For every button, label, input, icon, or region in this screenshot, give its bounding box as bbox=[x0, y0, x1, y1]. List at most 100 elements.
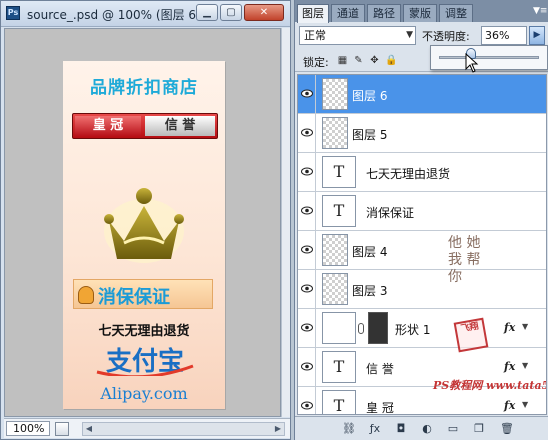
new-group-icon[interactable]: ▭ bbox=[445, 421, 461, 437]
shape-layer-thumbnail bbox=[322, 312, 356, 344]
opacity-slider-track[interactable] bbox=[439, 56, 539, 59]
close-button[interactable]: ✕ bbox=[244, 4, 284, 21]
layer-name: 消保保证 bbox=[366, 206, 415, 220]
delete-layer-icon[interactable]: 🗑 bbox=[499, 421, 515, 437]
fx-icon[interactable]: fx bbox=[504, 321, 515, 334]
layer-name: 图层 6 bbox=[352, 89, 388, 103]
layer-style-icon[interactable]: ƒx bbox=[367, 421, 383, 437]
art-guarantee-text: 消保保证 bbox=[98, 287, 170, 308]
layer-name: 形状 1 bbox=[395, 323, 431, 337]
tab-channels[interactable]: 通道 bbox=[331, 4, 365, 22]
layer-row[interactable]: T 消保保证 bbox=[298, 192, 546, 231]
tab-masks[interactable]: 蒙版 bbox=[403, 4, 437, 22]
crown-icon bbox=[104, 188, 184, 263]
fx-icon[interactable]: fx bbox=[504, 399, 515, 412]
text-layer-icon: T bbox=[322, 156, 356, 188]
chevron-down-icon[interactable]: ▼ bbox=[522, 322, 528, 331]
layer-row[interactable]: 图层 4 bbox=[298, 231, 546, 270]
alipay-url: Alipay.com bbox=[100, 384, 188, 403]
lock-all-icon[interactable]: 🔒 bbox=[385, 55, 397, 66]
visibility-toggle[interactable] bbox=[298, 75, 316, 113]
scroll-left-icon[interactable]: ◀ bbox=[83, 423, 95, 435]
layer-name: 信 誉 bbox=[366, 362, 394, 376]
layer-name: 图层 3 bbox=[352, 284, 388, 298]
art-shop-title: 品牌折扣商店 bbox=[90, 78, 198, 98]
panel-menu-icon[interactable]: ▼≡ bbox=[533, 5, 547, 17]
scroll-right-icon[interactable]: ▶ bbox=[272, 423, 284, 435]
fx-icon[interactable]: fx bbox=[504, 360, 515, 373]
visibility-toggle[interactable] bbox=[298, 153, 316, 191]
new-layer-icon[interactable]: ❐ bbox=[471, 421, 487, 437]
zoom-level-field[interactable]: 100% bbox=[6, 421, 50, 436]
visibility-toggle[interactable] bbox=[298, 231, 316, 269]
blend-mode-value: 正常 bbox=[304, 29, 326, 42]
hand-icon bbox=[78, 286, 94, 304]
vector-mask-thumbnail bbox=[368, 312, 388, 344]
add-mask-icon[interactable]: ◘ bbox=[393, 421, 409, 437]
layer-row[interactable]: T 七天无理由退货 bbox=[298, 153, 546, 192]
art-guarantee-badge: 消保保证 bbox=[73, 279, 213, 309]
vertical-scrollbar[interactable] bbox=[281, 28, 290, 417]
lock-label: 锁定: bbox=[303, 56, 329, 69]
document-titlebar[interactable]: Ps source_.psd @ 100% (图层 6... ▁ ▢ ✕ bbox=[1, 1, 290, 27]
eye-icon bbox=[301, 89, 313, 98]
mouse-pointer-icon bbox=[465, 53, 479, 73]
opacity-dropdown-button[interactable]: ▶ bbox=[529, 26, 545, 45]
layer-name: 图层 4 bbox=[352, 245, 388, 259]
visibility-toggle[interactable] bbox=[298, 114, 316, 152]
lock-brush-icon[interactable]: ✎ bbox=[353, 55, 364, 66]
site-watermark: PS教程网 www.tata580.com bbox=[433, 379, 546, 392]
visibility-toggle[interactable] bbox=[298, 348, 316, 386]
eye-icon bbox=[301, 362, 313, 371]
layers-list: 图层 6 图层 5 T 七天无理由退货 T 消保保证 图层 4 图层 3 形状 … bbox=[297, 74, 547, 415]
text-layer-icon: T bbox=[322, 390, 356, 414]
eye-icon bbox=[301, 206, 313, 215]
layer-thumbnail bbox=[322, 117, 348, 149]
document-window: Ps source_.psd @ 100% (图层 6... ▁ ▢ ✕ 品牌折… bbox=[0, 0, 291, 440]
photoshop-icon: Ps bbox=[6, 6, 20, 20]
minimize-button[interactable]: ▁ bbox=[196, 4, 218, 21]
tab-adjustments[interactable]: 调整 bbox=[439, 4, 473, 22]
layer-row[interactable]: 形状 1 fx ▼ bbox=[298, 309, 546, 348]
art-banner: 皇 冠 信 誉 bbox=[72, 113, 218, 139]
tab-layers[interactable]: 图层 bbox=[297, 4, 329, 23]
artboard[interactable]: 品牌折扣商店 皇 冠 信 誉 消保保证 七天无理由退货 支付宝 Alipay.c… bbox=[63, 61, 225, 409]
lock-move-icon[interactable]: ✥ bbox=[369, 55, 380, 66]
opacity-slider-popup[interactable] bbox=[430, 45, 548, 70]
layer-row[interactable]: 图层 6 bbox=[298, 75, 546, 114]
text-layer-icon: T bbox=[322, 351, 356, 383]
visibility-toggle[interactable] bbox=[298, 309, 316, 347]
layer-name: 七天无理由退货 bbox=[366, 167, 451, 181]
chevron-down-icon[interactable]: ▼ bbox=[522, 361, 528, 370]
horizontal-scrollbar[interactable]: ◀ ▶ bbox=[82, 422, 285, 436]
status-bar: 100% ◀ ▶ bbox=[4, 418, 290, 438]
tab-paths[interactable]: 路径 bbox=[367, 4, 401, 22]
visibility-toggle[interactable] bbox=[298, 387, 316, 414]
layer-thumbnail bbox=[322, 78, 348, 110]
layer-thumbnail bbox=[322, 273, 348, 305]
opacity-field[interactable]: 36% bbox=[481, 26, 527, 45]
art-banner-reputation: 信 誉 bbox=[145, 116, 215, 136]
document-title: source_.psd @ 100% (图层 6... bbox=[27, 8, 208, 22]
lock-transparency-icon[interactable]: ▦ bbox=[337, 55, 348, 66]
layer-name: 图层 5 bbox=[352, 128, 388, 142]
chevron-down-icon[interactable]: ▼ bbox=[522, 400, 528, 409]
eye-icon bbox=[301, 323, 313, 332]
layer-row[interactable]: 图层 5 bbox=[298, 114, 546, 153]
eye-icon bbox=[301, 245, 313, 254]
layers-panel: 图层 通道 路径 蒙版 调整 ▼≡ 正常 ▼ 不透明度: 36% ▶ 锁定: ▦… bbox=[294, 0, 548, 440]
link-icon[interactable] bbox=[358, 323, 364, 334]
canvas-area[interactable]: 品牌折扣商店 皇 冠 信 誉 消保保证 七天无理由退货 支付宝 Alipay.c… bbox=[4, 28, 281, 417]
adjustment-layer-icon[interactable]: ◐ bbox=[419, 421, 435, 437]
visibility-toggle[interactable] bbox=[298, 270, 316, 308]
layer-row[interactable]: 图层 3 bbox=[298, 270, 546, 309]
link-layers-icon[interactable]: ⛓ bbox=[341, 421, 357, 437]
alipay-logo: 支付宝 bbox=[96, 346, 194, 376]
blend-mode-select[interactable]: 正常 ▼ bbox=[299, 26, 416, 45]
status-info-icon[interactable] bbox=[55, 422, 69, 436]
visibility-toggle[interactable] bbox=[298, 192, 316, 230]
eye-icon bbox=[301, 128, 313, 137]
seal-stamp: 飞翔 bbox=[453, 317, 489, 353]
maximize-button[interactable]: ▢ bbox=[220, 4, 242, 21]
text-layer-icon: T bbox=[322, 195, 356, 227]
